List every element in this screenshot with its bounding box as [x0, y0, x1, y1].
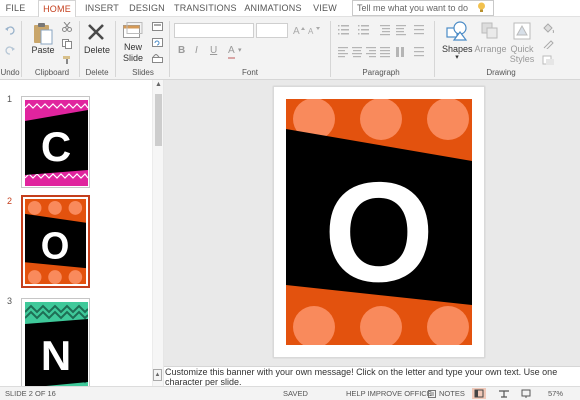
format-painter-icon[interactable] — [62, 55, 72, 65]
grow-font-icon[interactable]: A — [293, 25, 305, 35]
font-name-select[interactable] — [174, 23, 254, 38]
reading-view-icon — [499, 390, 509, 398]
shapes-dropdown-arrow[interactable]: ▾ — [442, 53, 472, 63]
underline-button[interactable]: U — [210, 45, 217, 57]
ribbon-divider — [434, 21, 435, 77]
ribbon-divider — [21, 21, 22, 77]
svg-text:A: A — [308, 27, 314, 35]
cut-icon[interactable] — [62, 22, 72, 32]
slide-thumbnail-2[interactable]: O — [21, 195, 90, 288]
group-label-paragraph: Paragraph — [362, 68, 400, 77]
scroll-up-arrow-icon[interactable]: ▲ — [155, 81, 162, 88]
shape-fill-icon[interactable] — [542, 23, 556, 33]
zoom-level[interactable]: 57% — [548, 390, 563, 398]
slide-banner-artwork[interactable]: O — [286, 98, 472, 348]
saved-status: SAVED — [283, 389, 308, 398]
bold-button[interactable]: B — [178, 45, 185, 57]
ribbon-tab-bar: FILE HOME INSERT DESIGN TRANSITIONS ANIM… — [0, 0, 580, 18]
current-slide[interactable]: O — [273, 86, 485, 358]
notes-toggle-button[interactable]: NOTES — [439, 390, 465, 398]
normal-view-icon — [474, 389, 484, 398]
tab-view[interactable]: VIEW — [309, 0, 341, 17]
delete-x-icon[interactable] — [87, 23, 105, 41]
group-label-font: Font — [241, 68, 258, 77]
tab-design[interactable]: DESIGN — [127, 0, 167, 17]
font-size-select[interactable] — [256, 23, 288, 38]
group-label-slides: Slides — [132, 68, 154, 77]
group-label-undo: Undo — [0, 68, 20, 77]
reset-slide-icon[interactable] — [152, 38, 163, 47]
font-color-button[interactable]: A — [228, 45, 235, 59]
layout-icon[interactable] — [152, 22, 163, 31]
scrollbar-thumb[interactable] — [155, 94, 162, 146]
tab-insert[interactable]: INSERT — [82, 0, 122, 17]
thumbnail-number: 2 — [7, 196, 13, 206]
thumbnail-scrollbar[interactable]: ▲ — [152, 80, 163, 386]
quick-styles-label-line-2[interactable]: Styles — [508, 54, 536, 64]
slide-thumbnail-3-image: N — [24, 302, 89, 388]
slide-thumbnail-2-image: O — [25, 199, 86, 284]
paste-button[interactable]: Paste — [30, 45, 56, 55]
group-label-drawing: Drawing — [486, 68, 516, 77]
slide-thumbnail-3[interactable]: N — [21, 298, 90, 390]
shapes-icon[interactable] — [446, 21, 468, 41]
copy-icon[interactable] — [62, 39, 72, 49]
shape-effects-icon[interactable] — [542, 55, 556, 65]
tab-home[interactable]: HOME — [38, 0, 76, 18]
tab-animations[interactable]: ANIMATIONS — [243, 0, 303, 17]
help-improve-office-link[interactable]: HELP IMPROVE OFFICE — [346, 390, 432, 398]
powerpoint-window: FILE HOME INSERT DESIGN TRANSITIONS ANIM… — [0, 0, 580, 400]
slide-show-icon — [521, 389, 531, 398]
thumbnail-number: 3 — [7, 296, 13, 306]
italic-button[interactable]: I — [195, 45, 198, 57]
paragraph-controls[interactable] — [336, 23, 434, 63]
quick-styles-label-line-1[interactable]: Quick — [508, 44, 536, 54]
slide-thumbnail-pane: 1 C 2 O 3 N ▲ — [0, 80, 164, 390]
shrink-font-icon[interactable]: A — [308, 25, 320, 35]
tab-transitions[interactable]: TRANSITIONS — [174, 0, 237, 17]
shape-outline-icon[interactable] — [542, 39, 556, 49]
quick-styles-icon[interactable] — [513, 22, 531, 40]
arrange-icon[interactable] — [481, 22, 499, 40]
slide-thumbnail-1[interactable]: C — [21, 96, 90, 188]
new-slide-label-line-2[interactable]: Slide — [119, 53, 147, 63]
tell-me-search-input[interactable]: Tell me what you want to do — [352, 0, 494, 16]
slide-show-button[interactable] — [519, 388, 533, 399]
tab-file[interactable]: FILE — [2, 0, 29, 17]
svg-text:A: A — [293, 26, 300, 35]
notes-icon[interactable] — [428, 390, 436, 398]
arrange-button[interactable]: Arrange — [474, 44, 507, 54]
slide-editing-area: O — [164, 80, 580, 366]
normal-view-button[interactable] — [472, 388, 486, 399]
speaker-notes-text[interactable]: Customize this banner with your own mess… — [165, 367, 579, 387]
slide-thumbnail-1-letter: C — [41, 123, 71, 170]
notes-expand-icon[interactable]: ▲ — [153, 369, 162, 381]
paste-icon[interactable] — [33, 22, 53, 45]
thumbnail-number: 1 — [7, 94, 13, 104]
ribbon-home: Undo Paste Clipboard Delete Delete New S… — [0, 17, 580, 80]
status-bar: SLIDE 2 OF 16 SAVED HELP IMPROVE OFFICE … — [0, 386, 580, 400]
new-slide-icon[interactable] — [123, 22, 143, 39]
section-icon[interactable] — [152, 54, 163, 63]
new-slide-label-line-1[interactable]: New — [119, 42, 147, 52]
ribbon-divider — [115, 21, 116, 77]
slide-thumbnail-2-letter: O — [41, 224, 70, 266]
delete-button[interactable]: Delete — [82, 45, 112, 55]
lightbulb-icon — [478, 2, 485, 12]
notes-pane[interactable]: ▲ Customize this banner with your own me… — [153, 366, 580, 387]
slide-banner-letter[interactable]: O — [324, 153, 434, 312]
font-color-dropdown[interactable]: ▾ — [238, 45, 242, 57]
slide-thumbnail-1-image: C — [24, 100, 89, 186]
undo-icon[interactable] — [5, 26, 15, 35]
slide-counter: SLIDE 2 OF 16 — [5, 389, 56, 398]
reading-view-button[interactable] — [497, 388, 511, 399]
group-label-delete: Delete — [85, 68, 109, 77]
group-label-clipboard: Clipboard — [34, 68, 70, 77]
slide-thumbnail-3-letter: N — [41, 332, 71, 379]
redo-icon[interactable] — [5, 46, 15, 55]
